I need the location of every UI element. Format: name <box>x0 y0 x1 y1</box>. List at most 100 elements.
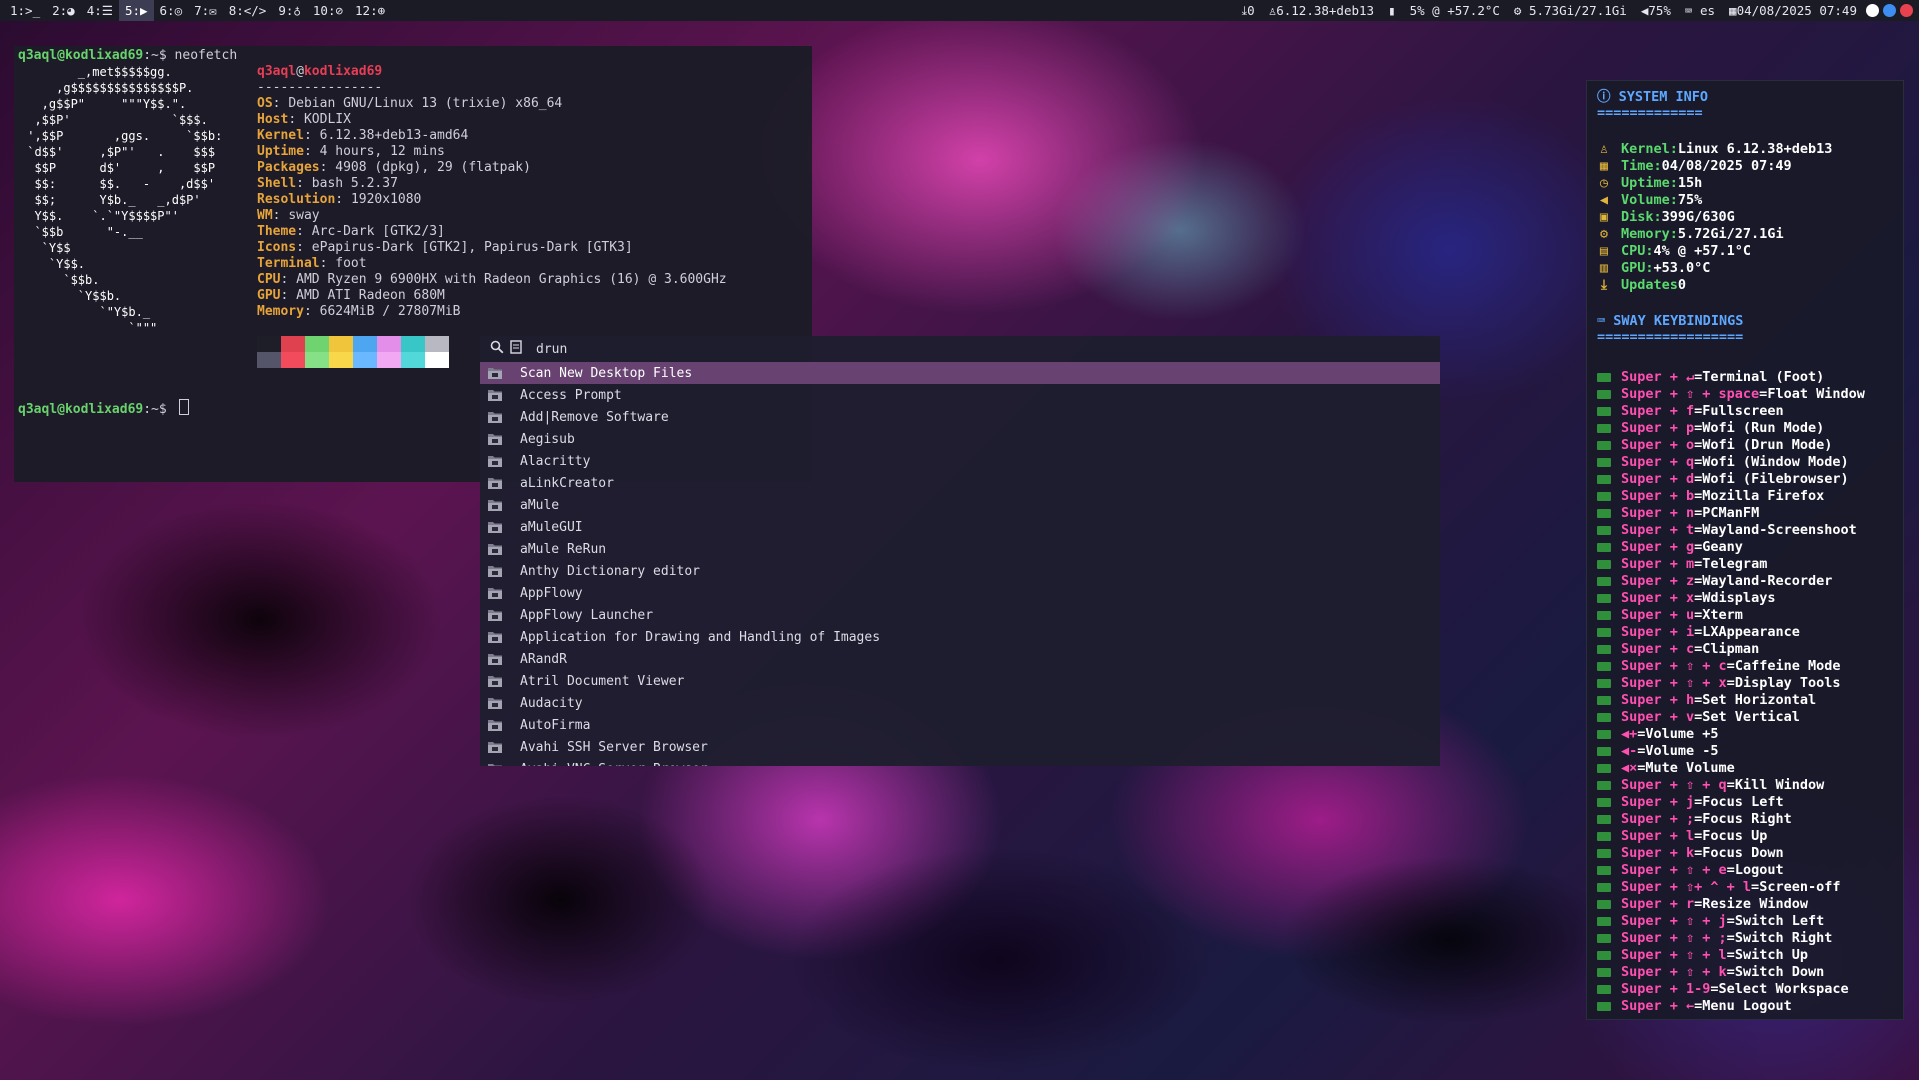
launcher-item[interactable]: AppFlowy <box>480 582 1440 604</box>
neofetch-key: Host <box>257 112 289 127</box>
keybinding-combo: ◀× <box>1621 760 1638 776</box>
launcher-item-label: Anthy Dictionary editor <box>520 563 701 579</box>
clock-status[interactable]: ▦04/08/2025 07:49 <box>1722 3 1864 18</box>
updates-status[interactable]: ⤓0 <box>1235 3 1262 19</box>
launcher-item[interactable]: AutoFirma <box>480 714 1440 736</box>
workspace-6[interactable]: 7:✉ <box>188 0 223 21</box>
workspace-2[interactable]: 2:◕ <box>46 0 81 21</box>
workspace-4[interactable]: 5:▶ <box>118 0 154 21</box>
system-info-value: 5.72Gi/27.1Gi <box>1677 226 1784 242</box>
keybinding-row: Super + m = Telegram <box>1597 556 1865 573</box>
keybinding-combo: Super + b <box>1621 488 1695 504</box>
keybinding-combo: Super + t <box>1621 522 1695 538</box>
launcher-item-label: Atril Document Viewer <box>520 673 685 689</box>
keybinding-combo: Super + ⇧ + ; <box>1621 930 1727 946</box>
volume-status[interactable]: ◀75% <box>1634 3 1678 18</box>
keybinding-action: Switch Up <box>1734 947 1808 963</box>
memory-status[interactable]: ⚙ 5.73Gi/27.1Gi <box>1507 3 1634 18</box>
keybinding-equals: = <box>1694 539 1703 555</box>
launcher-item[interactable]: Aegisub <box>480 428 1440 450</box>
neofetch-colon: : <box>272 208 289 223</box>
keybinding-equals: = <box>1694 896 1703 912</box>
neofetch-header: q3aql@kodlixad69 <box>257 64 817 80</box>
tray-app-icon[interactable] <box>1866 4 1879 17</box>
keybinding-action: Xterm <box>1702 607 1743 623</box>
workspace-list: 1:>_ 2:◕ 4:☰ 5:▶ 6:◎ 7:✉ 8:</> 9:♁ 10:⊘ 12:⊕ <box>4 0 391 21</box>
launcher-item[interactable]: aMule <box>480 494 1440 516</box>
workspace-5[interactable]: 6:◎ <box>154 0 189 21</box>
keybinding-combo: Super + ↵ <box>1621 369 1695 385</box>
keybinding-action: Wofi (Drun Mode) <box>1702 437 1833 453</box>
keybinding-action: Resize Window <box>1702 896 1808 912</box>
tray-alert-icon[interactable] <box>1900 4 1913 17</box>
keybinding-combo: Super + ⇧ + c <box>1621 658 1727 674</box>
launcher-app-list: Scan New Desktop Files Access Prompt Add|R… <box>480 362 1440 766</box>
keyboard-status[interactable]: ⌨ es <box>1678 3 1722 18</box>
wofi-launcher[interactable]: drun Scan New Desktop Files Access Prompt… <box>480 336 1440 766</box>
launcher-item[interactable]: Anthy Dictionary editor <box>480 560 1440 582</box>
launcher-item[interactable]: Alacritty <box>480 450 1440 472</box>
keybinding-action: Wayland-Screenshoot <box>1702 522 1857 538</box>
keyboard-icon <box>1597 713 1611 722</box>
neofetch-info: q3aql@kodlixad69 ---------------- OS: De… <box>257 64 817 320</box>
keybinding-combo: Super + ⇧ + l <box>1621 947 1727 963</box>
launcher-item-label: Access Prompt <box>520 387 622 403</box>
keybinding-combo: ◀- <box>1621 743 1638 759</box>
launcher-item[interactable]: aMuleGUI <box>480 516 1440 538</box>
neofetch-value: sway <box>288 208 320 223</box>
keybinding-action: Float Window <box>1767 386 1865 402</box>
keybinding-row: Super + ↵ = Terminal (Foot) <box>1597 369 1865 386</box>
cpu-status[interactable]: 5% @ +57.2°C <box>1403 3 1507 18</box>
launcher-item[interactable]: ARandR <box>480 648 1440 670</box>
launcher-search-input[interactable]: drun <box>536 342 567 357</box>
workspace-7[interactable]: 8:</> <box>223 0 273 21</box>
neofetch-row: Shell: bash 5.2.37 <box>257 176 817 192</box>
keybinding-equals: = <box>1694 692 1703 708</box>
keybinding-row: Super + c = Clipman <box>1597 641 1865 658</box>
keybinding-equals: = <box>1694 369 1703 385</box>
launcher-item[interactable]: Add|Remove Software <box>480 406 1440 428</box>
workspace-1[interactable]: 1:>_ <box>4 0 46 21</box>
neofetch-row: Resolution: 1920x1080 <box>257 192 817 208</box>
launcher-item[interactable]: aMule ReRun <box>480 538 1440 560</box>
system-info-rule: ============= <box>1597 105 1703 121</box>
prompt-suffix: :~$ <box>143 48 175 63</box>
keybinding-action: Menu Logout <box>1702 998 1792 1014</box>
color-swatch <box>281 336 305 352</box>
launcher-search-bar[interactable]: drun <box>480 336 1440 362</box>
keybinding-combo: Super + h <box>1621 692 1695 708</box>
launcher-item[interactable]: aLinkCreator <box>480 472 1440 494</box>
launcher-item[interactable]: Application for Drawing and Handling of … <box>480 626 1440 648</box>
workspace-9[interactable]: 10:⊘ <box>307 0 349 21</box>
folder-icon <box>488 675 504 687</box>
keybinding-combo: Super + ⇧ + x <box>1621 675 1727 691</box>
workspace-8[interactable]: 9:♁ <box>272 0 307 21</box>
keybinding-equals: = <box>1726 862 1735 878</box>
neofetch-key: Icons <box>257 240 297 255</box>
volume-level: 75% <box>1648 3 1671 18</box>
keyboard-icon <box>1597 441 1611 450</box>
color-swatch <box>329 336 353 352</box>
tray-browser-icon[interactable] <box>1883 4 1896 17</box>
launcher-item[interactable]: Scan New Desktop Files <box>480 362 1440 384</box>
system-info-row: ◷ Uptime: 15h <box>1597 175 1832 192</box>
keybinding-action: Set Vertical <box>1702 709 1800 725</box>
keybinding-row: Super + t = Wayland-Screenshoot <box>1597 522 1865 539</box>
launcher-item[interactable]: Atril Document Viewer <box>480 670 1440 692</box>
kernel-status[interactable]: ♙6.12.38+deb13 <box>1262 3 1381 18</box>
launcher-item[interactable]: Access Prompt <box>480 384 1440 406</box>
workspace-10[interactable]: 12:⊕ <box>349 0 391 21</box>
workspace-3[interactable]: 4:☰ <box>81 0 119 21</box>
neofetch-value: foot <box>335 256 367 271</box>
keybinding-equals: = <box>1694 845 1703 861</box>
keybinding-equals: = <box>1637 760 1646 776</box>
keybinding-action: LXAppearance <box>1702 624 1800 640</box>
launcher-item[interactable]: Avahi VNC Server Browser <box>480 758 1440 766</box>
keybinding-action: Wayland-Recorder <box>1702 573 1833 589</box>
command-text: neofetch <box>174 48 238 63</box>
launcher-item[interactable]: Audacity <box>480 692 1440 714</box>
launcher-item[interactable]: Avahi SSH Server Browser <box>480 736 1440 758</box>
launcher-item[interactable]: AppFlowy Launcher <box>480 604 1440 626</box>
prompt-line-1: q3aql@kodlixad69:~$ neofetch <box>18 48 237 64</box>
color-swatch <box>425 352 449 368</box>
